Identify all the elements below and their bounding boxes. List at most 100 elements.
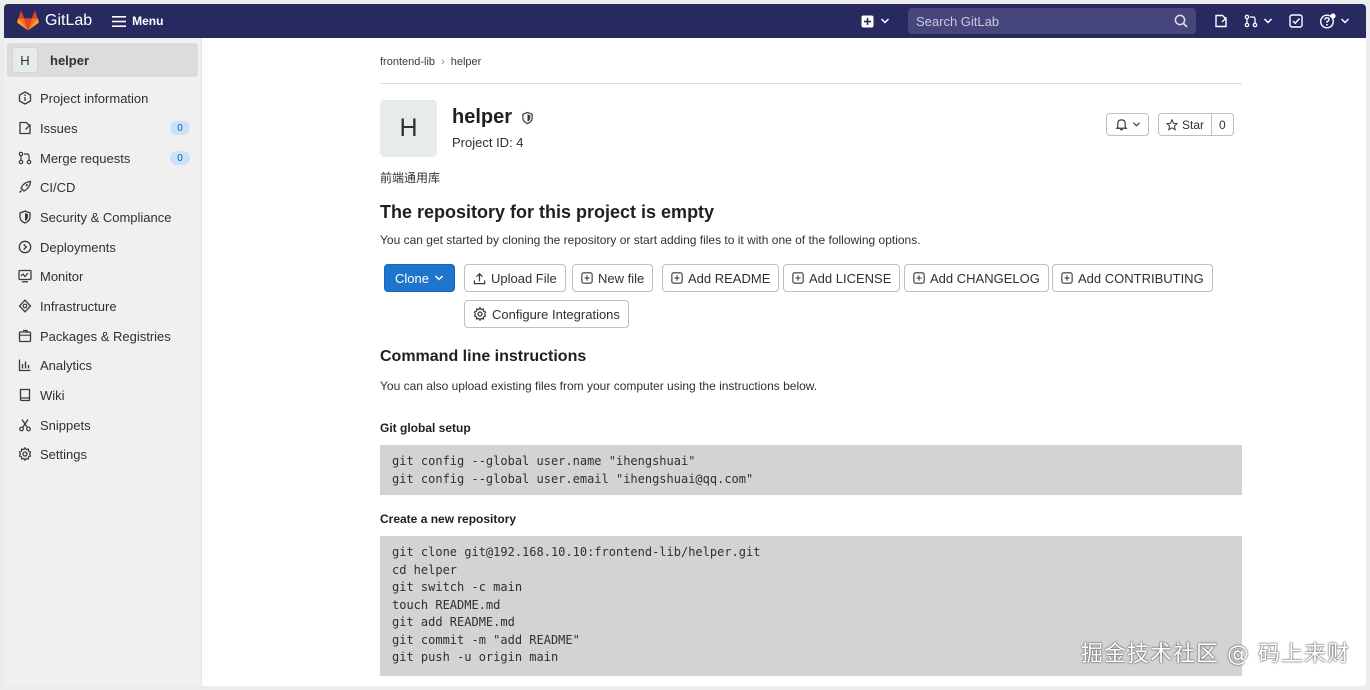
sidebar-item-project-information[interactable]: Project information — [4, 85, 202, 111]
sidebar-item-merge-requests[interactable]: Merge requests 0 — [4, 145, 202, 171]
package-icon — [18, 329, 32, 343]
help-icon — [1319, 13, 1336, 29]
sidebar-item-label: Project information — [40, 90, 149, 106]
infrastructure-icon — [18, 299, 32, 313]
sidebar-item-label: Analytics — [40, 357, 93, 373]
chevron-down-icon — [1340, 18, 1350, 24]
issues-nav-button[interactable] — [1214, 14, 1228, 28]
configure-integrations-button[interactable]: Configure Integrations — [464, 300, 629, 328]
add-contributing-label: Add CONTRIBUTING — [1078, 270, 1204, 286]
search-icon — [1174, 14, 1188, 28]
sidebar-item-monitor[interactable]: Monitor — [4, 263, 202, 289]
sidebar-item-deployments[interactable]: Deployments — [4, 234, 202, 260]
git-global-setup-code[interactable]: git config --global user.name "ihengshua… — [380, 445, 1242, 495]
code-line: touch README.md — [392, 597, 501, 612]
info-icon — [18, 91, 32, 105]
code-line: git config --global user.email "ihengshu… — [392, 471, 754, 486]
star-button[interactable]: Star — [1159, 114, 1213, 135]
project-sidebar: H helper Project information Issues 0 Me… — [4, 38, 202, 686]
hamburger-icon — [112, 15, 127, 27]
merge-request-icon — [18, 151, 32, 165]
clone-label: Clone — [395, 270, 429, 286]
git-global-setup-title: Git global setup — [380, 421, 471, 435]
project-title: helper — [452, 106, 534, 129]
add-changelog-label: Add CHANGELOG — [930, 270, 1040, 286]
upload-file-label: Upload File — [491, 270, 557, 286]
project-id: Project ID: 4 — [452, 135, 524, 150]
project-avatar-large: H — [380, 100, 437, 157]
breadcrumb-group-link[interactable]: frontend-lib — [380, 56, 435, 68]
chevron-down-icon — [1263, 18, 1273, 24]
gitlab-logo[interactable]: GitLab — [17, 11, 92, 31]
add-contributing-button[interactable]: Add CONTRIBUTING — [1052, 264, 1213, 292]
sidebar-item-label: CI/CD — [40, 179, 76, 195]
sidebar-item-label: Merge requests — [40, 150, 131, 166]
add-changelog-button[interactable]: Add CHANGELOG — [904, 264, 1049, 292]
shield-icon — [19, 210, 31, 224]
brand-name: GitLab — [45, 12, 93, 29]
add-readme-button[interactable]: Add README — [662, 264, 780, 292]
cli-subtitle: You can also upload existing files from … — [380, 379, 818, 393]
sidebar-item-snippets[interactable]: Snippets — [4, 412, 202, 438]
issues-count-badge: 0 — [170, 121, 190, 135]
plus-square-icon — [581, 272, 593, 284]
code-line: cd helper — [392, 562, 458, 577]
sidebar-item-cicd[interactable]: CI/CD — [4, 174, 202, 200]
sidebar-item-infrastructure[interactable]: Infrastructure — [4, 293, 202, 319]
breadcrumb-separator-icon: › — [441, 56, 445, 68]
sidebar-project-header[interactable]: H helper — [7, 43, 198, 77]
merge-request-icon — [1244, 14, 1258, 28]
sidebar-item-settings[interactable]: Settings — [4, 441, 202, 467]
empty-repo-subtitle: You can get started by cloning the repos… — [380, 233, 921, 247]
plus-square-icon — [792, 272, 804, 284]
cli-title: Command line instructions — [380, 348, 587, 365]
star-count[interactable]: 0 — [1212, 114, 1233, 135]
sidebar-item-label: Security & Compliance — [40, 209, 172, 225]
clone-button[interactable]: Clone — [384, 264, 455, 292]
settings-icon — [18, 447, 32, 461]
settings-icon — [473, 307, 487, 321]
notification-dropdown[interactable] — [1106, 113, 1149, 136]
header-divider — [380, 83, 1242, 84]
sidebar-item-label: Monitor — [40, 268, 84, 284]
add-license-button[interactable]: Add LICENSE — [783, 264, 901, 292]
upload-file-button[interactable]: Upload File — [464, 264, 566, 292]
topbar-right: Search GitLab — [861, 4, 1366, 38]
sidebar-item-label: Packages & Registries — [40, 328, 171, 344]
search-input[interactable]: Search GitLab — [908, 8, 1196, 34]
project-avatar: H — [12, 47, 38, 73]
menu-label: Menu — [132, 14, 164, 28]
help-nav-button[interactable] — [1319, 13, 1350, 29]
plus-square-icon — [913, 272, 925, 284]
sidebar-item-wiki[interactable]: Wiki — [4, 382, 202, 408]
code-line: git clone git@192.168.10.10:frontend-lib… — [392, 545, 761, 559]
sidebar-item-security[interactable]: Security & Compliance — [4, 204, 202, 230]
chevron-down-icon — [880, 18, 890, 24]
code-line: git add README.md — [392, 615, 515, 629]
sidebar-project-name: helper — [50, 52, 90, 68]
watermark: 掘金技术社区 @ 码上来财 — [1081, 642, 1350, 667]
deployments-icon — [18, 240, 32, 254]
gitlab-window: GitLab Menu Search GitLab H helper Proje… — [4, 4, 1366, 686]
sidebar-item-issues[interactable]: Issues 0 — [4, 115, 202, 141]
visibility-shield-icon — [522, 111, 533, 124]
create-repo-title: Create a new repository — [380, 512, 517, 526]
sidebar-item-packages[interactable]: Packages & Registries — [4, 323, 202, 349]
sidebar-item-analytics[interactable]: Analytics — [4, 352, 202, 378]
menu-button[interactable]: Menu — [112, 14, 163, 28]
project-name: helper — [452, 106, 513, 128]
add-readme-label: Add README — [688, 270, 771, 286]
code-line: git config --global user.name "ihengshua… — [392, 454, 696, 468]
sidebar-item-label: Issues — [40, 120, 78, 136]
breadcrumb-project-link[interactable]: helper — [451, 56, 482, 68]
gitlab-tanuki-icon — [17, 11, 39, 31]
chevron-down-icon — [1132, 122, 1140, 127]
new-file-button[interactable]: New file — [572, 264, 654, 292]
sidebar-item-label: Deployments — [40, 239, 116, 255]
configure-integrations-label: Configure Integrations — [492, 306, 620, 322]
todos-nav-button[interactable] — [1289, 14, 1303, 28]
merge-requests-nav-button[interactable] — [1244, 14, 1273, 28]
create-new-dropdown[interactable] — [861, 15, 890, 28]
chart-icon — [18, 359, 31, 372]
monitor-icon — [18, 269, 32, 283]
